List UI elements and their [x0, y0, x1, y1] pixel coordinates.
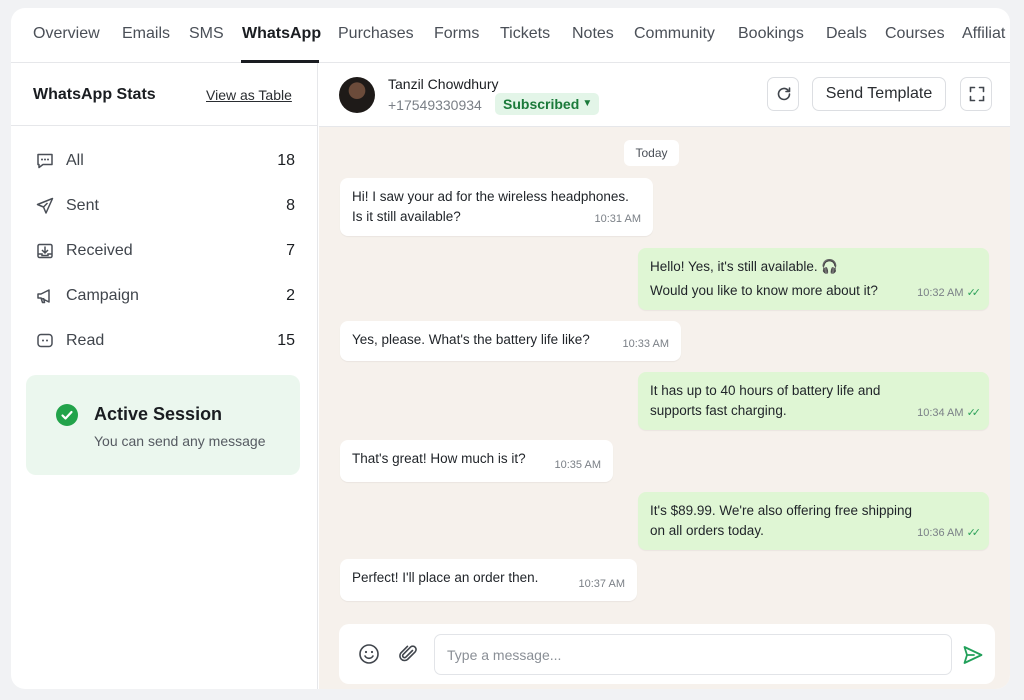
status-badge: Subscribed [503, 96, 580, 112]
attachment-icon[interactable] [397, 643, 419, 665]
message-bubble-outgoing: It has up to 40 hours of battery life an… [638, 372, 989, 430]
message-input[interactable] [434, 634, 952, 675]
message-time: 10:36 AM [917, 527, 964, 539]
tab-community[interactable]: Community [634, 25, 715, 43]
message-bubble-incoming: That's great! How much is it? 10:35 AM [340, 440, 613, 482]
stat-item-received[interactable]: Received 7 [33, 237, 295, 267]
session-subtitle: You can send any message [94, 433, 266, 449]
message-time: 10:35 AM [554, 459, 601, 471]
stat-item-campaign[interactable]: Campaign 2 [33, 282, 295, 312]
avatar[interactable] [339, 77, 375, 113]
view-as-table-link[interactable]: View as Table [206, 87, 292, 103]
refresh-icon [777, 87, 791, 101]
tab-purchases[interactable]: Purchases [338, 25, 414, 43]
top-tab-bar: Overview Emails SMS WhatsApp Purchases F… [11, 8, 1010, 63]
message-meta: 10:36 AM ✓✓ [917, 523, 982, 543]
chevron-down-icon: ▼ [582, 98, 593, 109]
message-line: Hi! I saw your ad for the wireless headp… [352, 189, 629, 204]
double-check-icon: ✓✓ [966, 287, 982, 299]
tab-deals[interactable]: Deals [826, 25, 867, 43]
stat-item-read[interactable]: Read 15 [33, 327, 295, 357]
message-dots-icon [37, 153, 53, 169]
emoji-icon[interactable] [358, 643, 380, 665]
stat-item-sent[interactable]: Sent 8 [33, 192, 295, 222]
send-icon [36, 197, 54, 214]
message-time: 10:31 AM [594, 213, 641, 225]
fullscreen-icon [969, 86, 985, 102]
message-line: Yes, please. What's the battery life lik… [352, 332, 590, 347]
message-time: 10:33 AM [622, 338, 669, 350]
tab-emails[interactable]: Emails [122, 25, 170, 43]
message-line: Hello! Yes, it's still available. 🎧 [650, 259, 839, 274]
stat-label: Sent [66, 197, 99, 214]
message-line: It's $89.99. We're also offering free sh… [650, 503, 913, 518]
read-chat-icon [37, 333, 53, 348]
tab-tickets[interactable]: Tickets [500, 25, 550, 43]
session-title: Active Session [94, 404, 223, 424]
send-message-button[interactable] [961, 643, 985, 667]
tab-bookings[interactable]: Bookings [738, 25, 804, 43]
sidebar-title: WhatsApp Stats [33, 86, 156, 103]
stat-count: 8 [286, 197, 295, 214]
stat-count: 7 [286, 242, 295, 259]
stat-label: Read [66, 332, 105, 349]
message-list: Today Hi! I saw your ad for the wireless… [319, 127, 1010, 689]
message-bubble-incoming: Yes, please. What's the battery life lik… [340, 321, 681, 361]
stat-label: All [66, 152, 84, 169]
tab-forms[interactable]: Forms [434, 25, 479, 43]
refresh-button[interactable] [767, 77, 799, 111]
stat-count: 2 [286, 287, 295, 304]
chat-panel: Tanzil Chowdhury +17549330934 Subscribed… [319, 63, 1010, 689]
message-composer [339, 624, 995, 684]
sidebar-header: WhatsApp Stats View as Table [11, 63, 318, 126]
stat-item-all[interactable]: All 18 [33, 147, 295, 177]
stat-count: 15 [277, 332, 295, 349]
active-session-card: Active Session You can send any message [26, 375, 300, 475]
stat-label: Campaign [66, 287, 139, 304]
tab-whatsapp[interactable]: WhatsApp [242, 25, 321, 43]
double-check-icon: ✓✓ [966, 527, 982, 539]
message-meta: 10:32 AM ✓✓ [917, 283, 982, 303]
stats-sidebar: WhatsApp Stats View as Table All 18 Sent… [11, 63, 318, 689]
tab-notes[interactable]: Notes [572, 25, 614, 43]
contact-phone: +17549330934 [388, 97, 482, 113]
app-window: Overview Emails SMS WhatsApp Purchases F… [11, 8, 1010, 689]
stat-label: Received [66, 242, 133, 259]
stat-count: 18 [277, 152, 295, 169]
message-time: 10:32 AM [917, 287, 964, 299]
tab-courses[interactable]: Courses [885, 25, 945, 43]
contact-name: Tanzil Chowdhury [388, 76, 499, 92]
fullscreen-button[interactable] [960, 77, 992, 111]
message-bubble-incoming: Hi! I saw your ad for the wireless headp… [340, 178, 653, 236]
megaphone-icon [37, 289, 50, 304]
chat-header: Tanzil Chowdhury +17549330934 Subscribed… [319, 63, 1010, 127]
double-check-icon: ✓✓ [966, 407, 982, 419]
message-bubble-incoming: Perfect! I'll place an order then. 10:37… [340, 559, 637, 601]
tab-sms[interactable]: SMS [189, 25, 224, 43]
date-divider: Today [624, 140, 679, 166]
message-meta: 10:34 AM ✓✓ [917, 403, 982, 423]
send-template-button[interactable]: Send Template [812, 77, 946, 111]
check-circle-icon [56, 404, 78, 426]
subscription-status-dropdown[interactable]: Subscribed ▼ [495, 93, 600, 115]
inbox-icon [37, 243, 53, 259]
message-line: It has up to 40 hours of battery life an… [650, 383, 881, 398]
tab-affiliate[interactable]: Affiliat [962, 25, 1005, 43]
tab-overview[interactable]: Overview [33, 25, 100, 43]
message-time: 10:34 AM [917, 407, 964, 419]
message-bubble-outgoing: Hello! Yes, it's still available. 🎧 Woul… [638, 248, 989, 310]
message-time: 10:37 AM [578, 578, 625, 590]
message-bubble-outgoing: It's $89.99. We're also offering free sh… [638, 492, 989, 550]
